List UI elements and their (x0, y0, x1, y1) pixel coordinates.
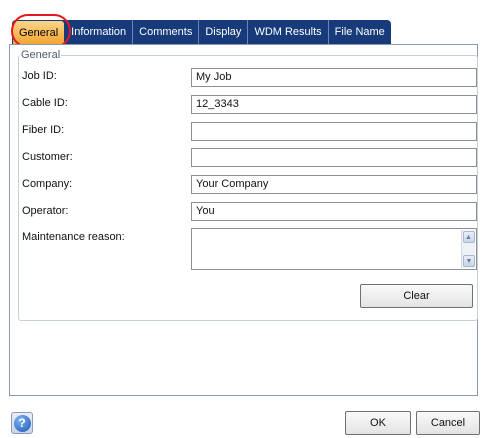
clear-button[interactable]: Clear (360, 284, 473, 308)
help-icon: ? (13, 414, 31, 432)
cancel-button[interactable]: Cancel (416, 411, 480, 435)
maintenance-reason-scrollbar[interactable]: ▲ ▼ (461, 230, 475, 268)
general-panel: General Job ID: My Job Cable ID: 12_3343… (9, 44, 478, 396)
tab-information[interactable]: Information (65, 20, 134, 44)
maintenance-reason-label: Maintenance reason: (22, 231, 125, 243)
job-id-label: Job ID: (22, 70, 57, 82)
cable-id-label: Cable ID: (22, 97, 68, 109)
help-button[interactable]: ? (11, 412, 33, 434)
tab-comments[interactable]: Comments (133, 20, 200, 44)
cable-id-field[interactable]: 12_3343 (191, 95, 477, 114)
operator-label: Operator: (22, 205, 69, 217)
tab-wdm-results[interactable]: WDM Results (248, 20, 329, 44)
job-id-field[interactable]: My Job (191, 68, 477, 87)
fiber-id-label: Fiber ID: (22, 124, 65, 136)
tab-file-name[interactable]: File Name (329, 20, 391, 44)
scroll-up-icon[interactable]: ▲ (462, 231, 475, 243)
company-label: Company: (22, 178, 73, 190)
customer-field[interactable] (191, 148, 477, 167)
tab-bar: General Information Comments Display WDM… (12, 20, 391, 44)
company-field[interactable]: Your Company (191, 175, 477, 194)
tab-display[interactable]: Display (199, 20, 249, 44)
customer-label: Customer: (22, 151, 73, 163)
operator-field[interactable]: You (191, 202, 477, 221)
ok-button[interactable]: OK (345, 411, 411, 435)
bottom-bar: ? OK Cancel (9, 408, 480, 438)
general-group-legend: General (20, 49, 62, 61)
scroll-down-icon[interactable]: ▼ (463, 255, 475, 267)
maintenance-reason-field[interactable]: ▲ ▼ (191, 228, 477, 270)
tab-general[interactable]: General (13, 21, 65, 44)
fiber-id-field[interactable] (191, 122, 477, 141)
